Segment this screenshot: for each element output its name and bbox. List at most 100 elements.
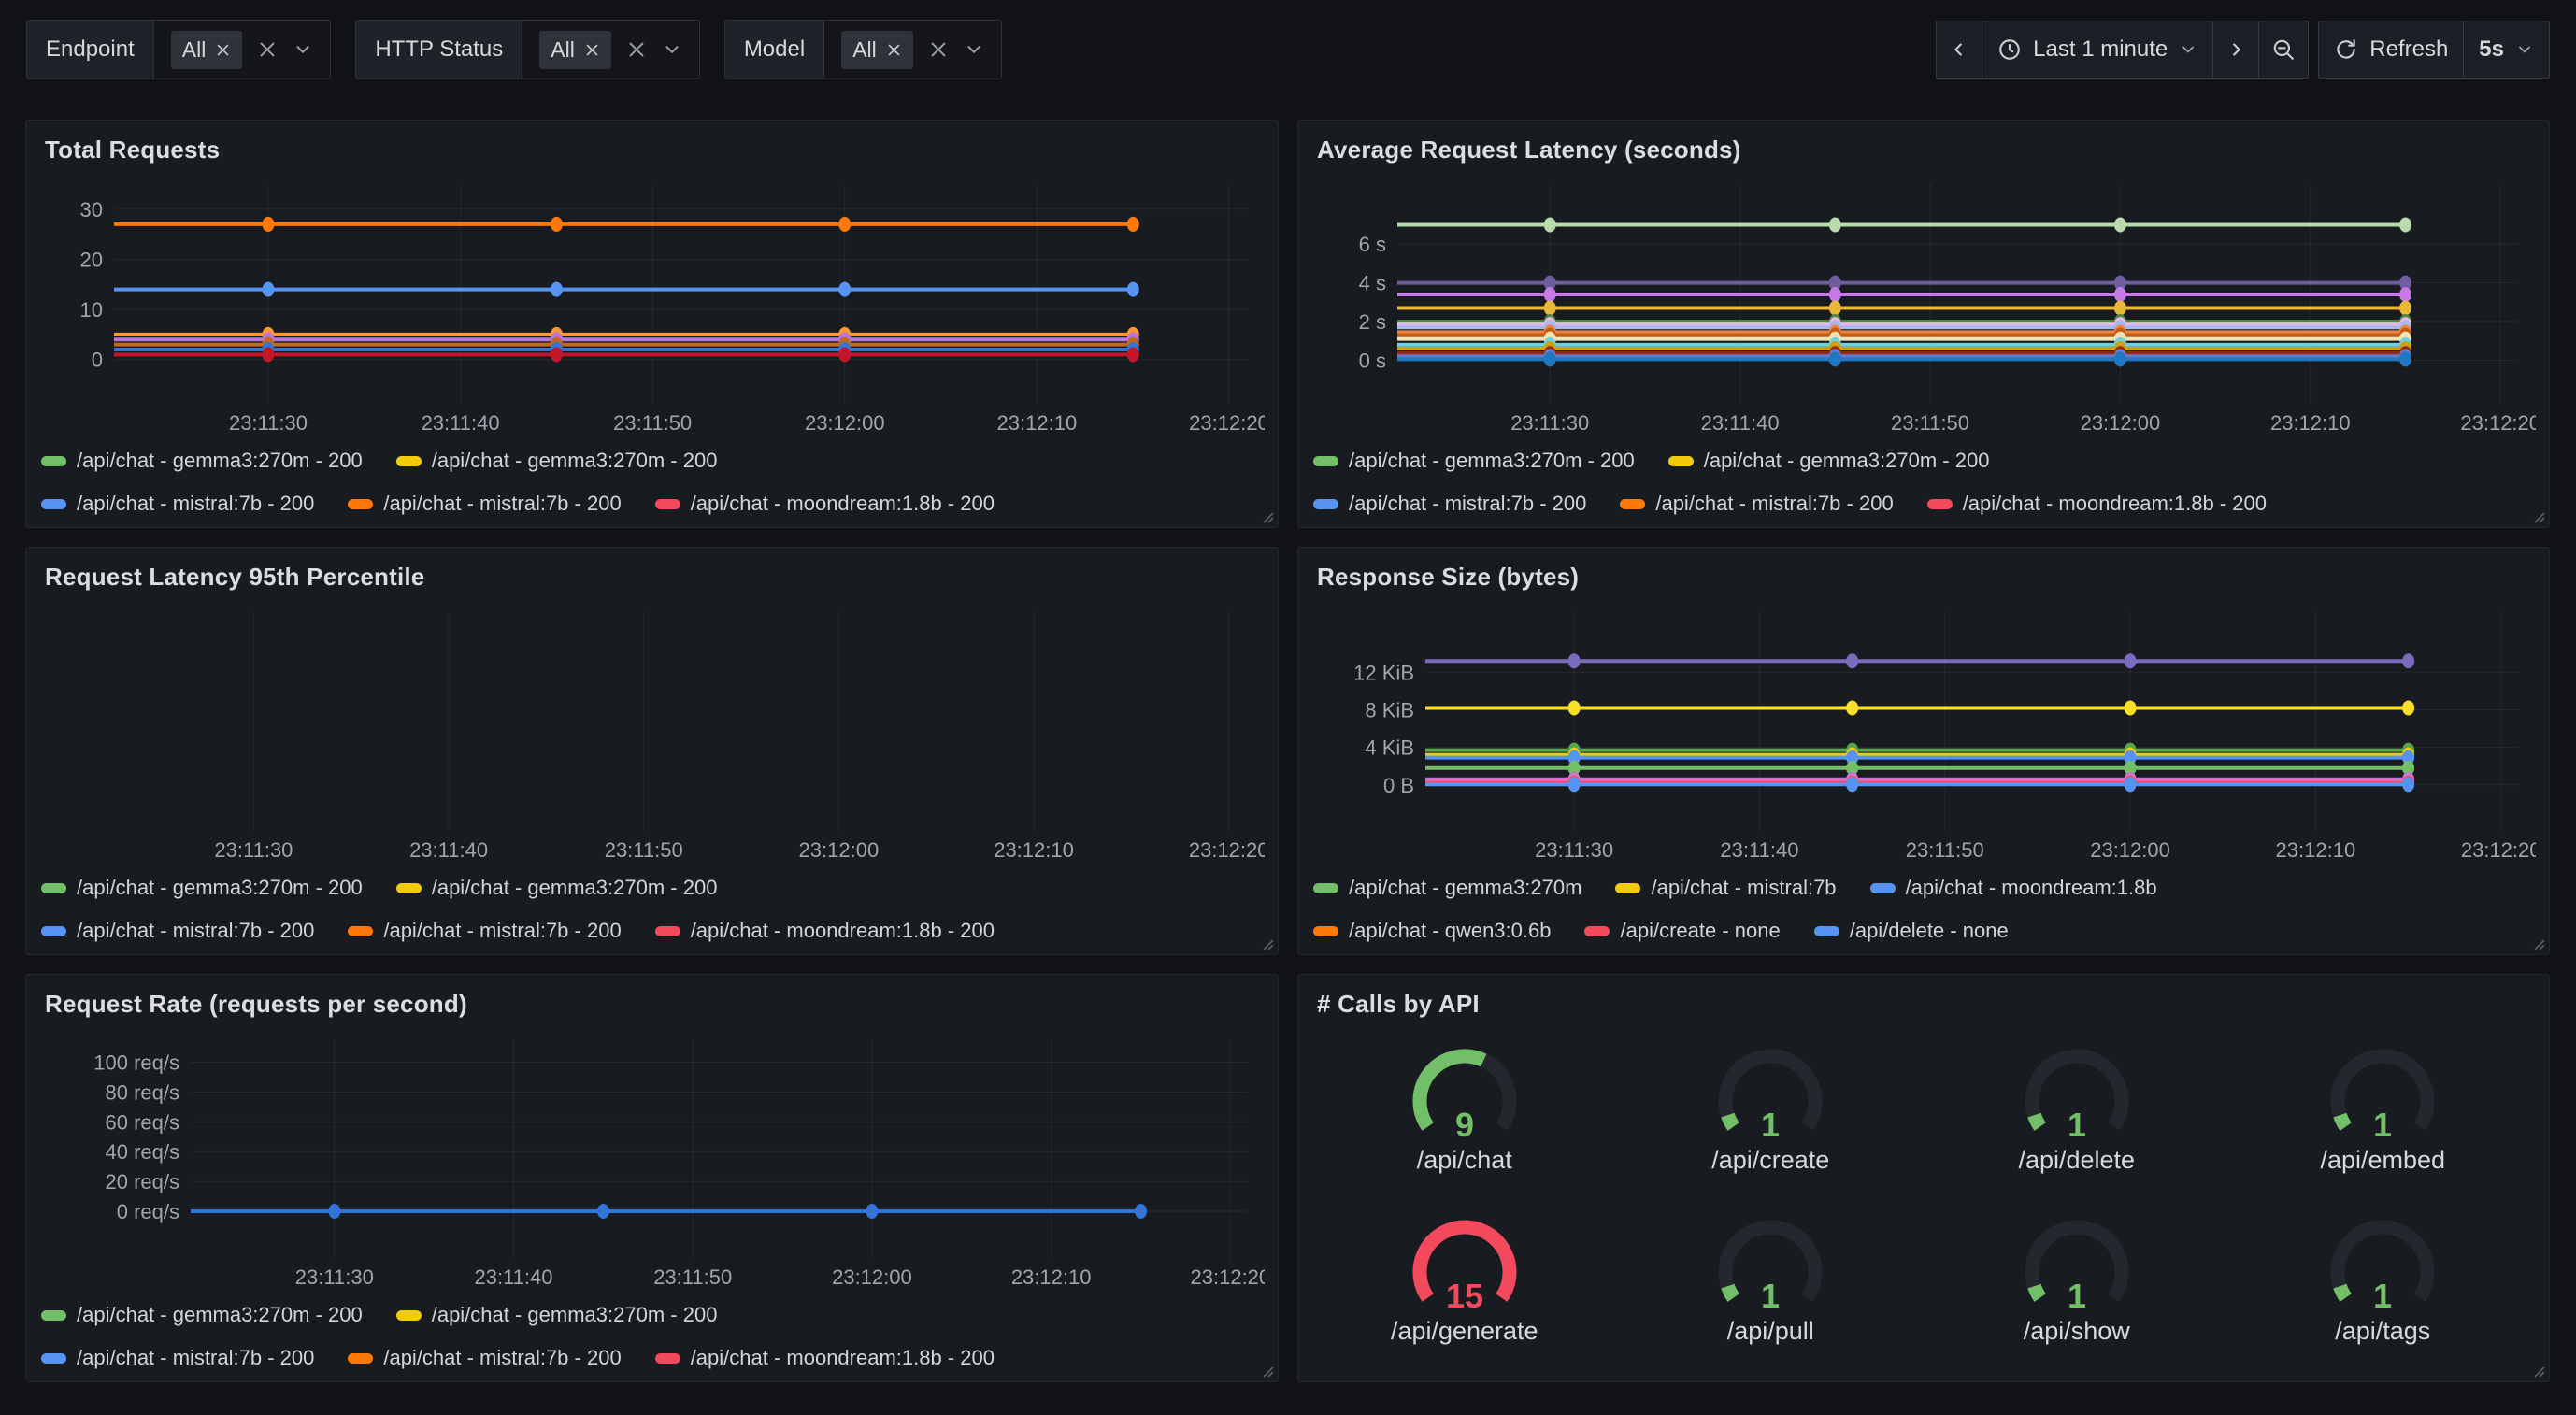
- filter-selected-tag[interactable]: All: [539, 31, 611, 69]
- legend-item[interactable]: /api/chat - gemma3:270m - 200: [41, 1303, 363, 1327]
- series-point[interactable]: [1544, 287, 1556, 302]
- panel-resize-handle[interactable]: [2530, 1363, 2545, 1378]
- legend-item[interactable]: /api/chat - gemma3:270m - 200: [1668, 449, 1990, 473]
- legend-item[interactable]: /api/create - none: [1584, 919, 1780, 943]
- legend-item[interactable]: /api/chat - gemma3:270m - 200: [396, 876, 718, 900]
- legend-item[interactable]: /api/chat - mistral:7b - 200: [41, 1346, 314, 1370]
- refresh-interval-dropdown[interactable]: 5s: [2464, 21, 2550, 79]
- time-series-chart[interactable]: 23:11:3023:11:4023:11:5023:12:0023:12:10…: [39, 171, 1265, 437]
- legend-item[interactable]: /api/chat - moondream:1.8b - 200: [1927, 492, 2267, 516]
- series-point[interactable]: [262, 282, 274, 297]
- time-shift-back-button[interactable]: [1936, 21, 1982, 79]
- time-series-chart[interactable]: 23:11:3023:11:4023:11:5023:12:0023:12:10…: [1311, 598, 2536, 865]
- chevron-down-icon[interactable]: [293, 39, 313, 60]
- series-point[interactable]: [328, 1204, 340, 1219]
- legend-item[interactable]: /api/chat - moondream:1.8b: [1870, 876, 2157, 900]
- chevron-down-icon[interactable]: [662, 39, 682, 60]
- legend-item[interactable]: /api/chat - mistral:7b - 200: [348, 492, 621, 516]
- remove-tag-icon[interactable]: [215, 42, 231, 58]
- series-point[interactable]: [2402, 777, 2414, 792]
- legend-item[interactable]: /api/chat - gemma3:270m - 200: [41, 876, 363, 900]
- series-point[interactable]: [2399, 287, 2411, 302]
- series-point[interactable]: [2402, 700, 2414, 715]
- series-point[interactable]: [1829, 217, 1841, 232]
- series-point[interactable]: [551, 282, 563, 297]
- legend-item[interactable]: /api/chat - qwen3:0.6b: [1313, 919, 1551, 943]
- series-point[interactable]: [2125, 653, 2137, 668]
- legend-item[interactable]: /api/chat - gemma3:270m - 200: [1313, 449, 1635, 473]
- series-point[interactable]: [1127, 347, 1139, 362]
- legend-item[interactable]: /api/chat - mistral:7b - 200: [1313, 492, 1586, 516]
- series-point[interactable]: [551, 347, 563, 362]
- legend-item[interactable]: /api/chat - mistral:7b - 200: [1620, 492, 1893, 516]
- refresh-button[interactable]: Refresh: [2318, 21, 2464, 79]
- legend-item[interactable]: /api/delete - none: [1814, 919, 2009, 943]
- panel-resize-handle[interactable]: [1259, 1363, 1274, 1378]
- filter-selected-tag[interactable]: All: [171, 31, 243, 69]
- time-range-picker[interactable]: Last 1 minute: [1982, 21, 2213, 79]
- series-point[interactable]: [1544, 300, 1556, 315]
- series-point[interactable]: [838, 282, 851, 297]
- series-point[interactable]: [551, 217, 563, 232]
- series-point[interactable]: [262, 347, 274, 362]
- panel-resize-handle[interactable]: [2530, 508, 2545, 523]
- series-point[interactable]: [2125, 777, 2137, 792]
- series-point[interactable]: [2114, 217, 2126, 232]
- series-point[interactable]: [1568, 700, 1581, 715]
- series-point[interactable]: [1127, 282, 1139, 297]
- time-series-chart[interactable]: 23:11:3023:11:4023:11:5023:12:0023:12:10…: [39, 1025, 1265, 1292]
- legend-item[interactable]: /api/chat - moondream:1.8b - 200: [655, 492, 995, 516]
- legend-item[interactable]: /api/chat - mistral:7b: [1615, 876, 1836, 900]
- filter-selected-tag[interactable]: All: [841, 31, 913, 69]
- legend-item[interactable]: /api/chat - mistral:7b - 200: [41, 492, 314, 516]
- panel-resize-handle[interactable]: [1259, 936, 1274, 950]
- series-point[interactable]: [2114, 287, 2126, 302]
- series-point[interactable]: [597, 1204, 609, 1219]
- legend-item[interactable]: /api/chat - mistral:7b - 200: [348, 919, 621, 943]
- series-point[interactable]: [838, 217, 851, 232]
- series-point[interactable]: [1829, 287, 1841, 302]
- filter-endpoint-picker[interactable]: All: [154, 21, 331, 79]
- clear-filter-icon[interactable]: [928, 39, 949, 60]
- legend-item[interactable]: /api/chat - gemma3:270m - 200: [396, 449, 718, 473]
- filter-http-status-picker[interactable]: All: [522, 21, 699, 79]
- clear-filter-icon[interactable]: [257, 39, 278, 60]
- legend-item[interactable]: /api/chat - moondream:1.8b - 200: [655, 919, 995, 943]
- series-point[interactable]: [1127, 217, 1139, 232]
- series-point[interactable]: [1568, 653, 1581, 668]
- series-point[interactable]: [838, 347, 851, 362]
- series-point[interactable]: [2125, 700, 2137, 715]
- legend-item[interactable]: /api/chat - gemma3:270m: [1313, 876, 1581, 900]
- remove-tag-icon[interactable]: [886, 42, 902, 58]
- series-point[interactable]: [1544, 217, 1556, 232]
- time-series-chart[interactable]: 23:11:3023:11:4023:11:5023:12:0023:12:10…: [39, 598, 1265, 865]
- series-point[interactable]: [2399, 351, 2411, 366]
- panel-resize-handle[interactable]: [1259, 508, 1274, 523]
- series-point[interactable]: [866, 1204, 878, 1219]
- series-point[interactable]: [1846, 653, 1858, 668]
- zoom-out-button[interactable]: [2259, 21, 2309, 79]
- series-point[interactable]: [2402, 653, 2414, 668]
- legend-item[interactable]: /api/chat - moondream:1.8b - 200: [655, 1346, 995, 1370]
- panel-resize-handle[interactable]: [2530, 936, 2545, 950]
- filter-model-picker[interactable]: All: [824, 21, 1001, 79]
- remove-tag-icon[interactable]: [584, 42, 600, 58]
- series-point[interactable]: [1829, 300, 1841, 315]
- time-series-chart[interactable]: 23:11:3023:11:4023:11:5023:12:0023:12:10…: [1311, 171, 2536, 437]
- series-point[interactable]: [262, 217, 274, 232]
- series-point[interactable]: [1829, 351, 1841, 366]
- time-shift-forward-button[interactable]: [2213, 21, 2259, 79]
- chevron-down-icon[interactable]: [964, 39, 984, 60]
- series-point[interactable]: [1568, 777, 1581, 792]
- legend-item[interactable]: /api/chat - gemma3:270m - 200: [41, 449, 363, 473]
- series-point[interactable]: [2399, 217, 2411, 232]
- series-point[interactable]: [2399, 300, 2411, 315]
- legend-item[interactable]: /api/chat - gemma3:270m - 200: [396, 1303, 718, 1327]
- clear-filter-icon[interactable]: [626, 39, 647, 60]
- series-point[interactable]: [2114, 300, 2126, 315]
- series-point[interactable]: [2114, 351, 2126, 366]
- series-point[interactable]: [1544, 351, 1556, 366]
- series-point[interactable]: [1135, 1204, 1147, 1219]
- series-point[interactable]: [1846, 700, 1858, 715]
- legend-item[interactable]: /api/chat - mistral:7b - 200: [41, 919, 314, 943]
